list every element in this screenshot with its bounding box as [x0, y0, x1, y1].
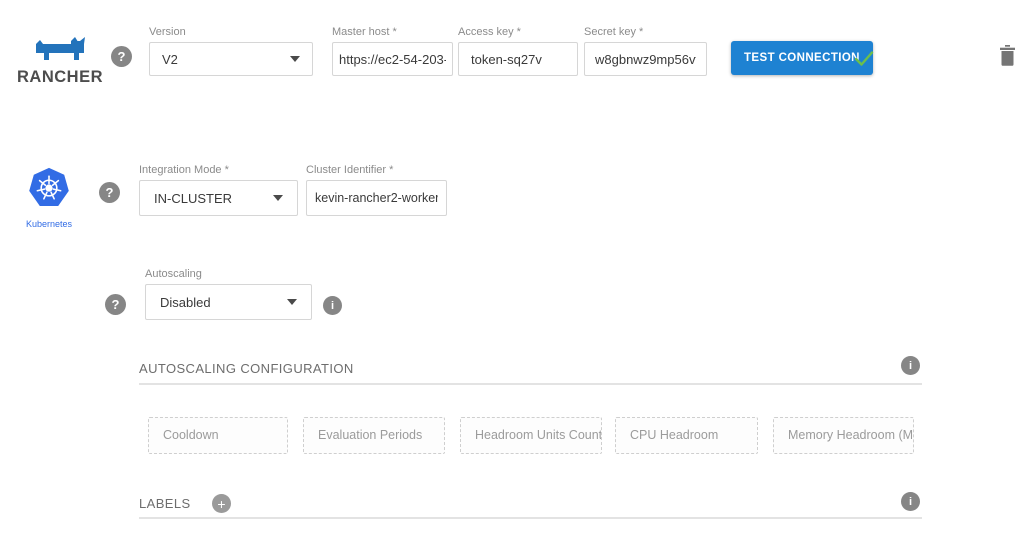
rancher-logo: RANCHER	[12, 36, 108, 87]
question-glyph: ?	[106, 185, 114, 200]
integration-mode-select[interactable]: IN-CLUSTER	[139, 180, 298, 216]
rancher-logo-text: RANCHER	[12, 68, 108, 87]
autoscaling-help-icon[interactable]: ?	[105, 294, 126, 315]
section-divider	[139, 383, 922, 385]
autoscaling-info-icon[interactable]: i	[323, 296, 342, 315]
kubernetes-logo-text: Kubernetes	[18, 219, 80, 229]
master-host-label: Master host *	[332, 26, 453, 38]
master-host-input[interactable]	[332, 42, 453, 76]
connection-success-check-icon	[852, 46, 876, 70]
evaluation-periods-input-disabled: Evaluation Periods	[303, 417, 445, 454]
question-glyph: ?	[118, 49, 126, 64]
integration-mode-value: IN-CLUSTER	[154, 191, 232, 206]
chevron-down-icon	[287, 299, 297, 305]
cluster-identifier-field: Cluster Identifier *	[306, 164, 447, 216]
delete-trash-icon[interactable]	[999, 45, 1016, 66]
kubernetes-help-icon[interactable]: ?	[99, 182, 120, 203]
memory-headroom-input-disabled: Memory Headroom (MiB)	[773, 417, 914, 454]
section-divider	[139, 517, 922, 519]
kubernetes-helm-icon	[26, 166, 72, 212]
labels-title: LABELS	[139, 496, 191, 511]
version-field: Version V2	[149, 26, 313, 76]
chevron-down-icon	[273, 195, 283, 201]
cpu-headroom-input-disabled: CPU Headroom	[615, 417, 758, 454]
version-value: V2	[162, 52, 178, 67]
master-host-field: Master host *	[332, 26, 453, 76]
secret-key-input[interactable]	[584, 42, 707, 76]
autoscaling-configuration-info-icon[interactable]: i	[901, 356, 920, 375]
access-key-input[interactable]	[458, 42, 578, 76]
cooldown-input-disabled: Cooldown	[148, 417, 288, 454]
labels-info-icon[interactable]: i	[901, 492, 920, 511]
version-select[interactable]: V2	[149, 42, 313, 76]
headroom-units-count-input-disabled: Headroom Units Count	[460, 417, 602, 454]
chevron-down-icon	[290, 56, 300, 62]
rancher-bull-icon	[34, 36, 86, 62]
access-key-field: Access key *	[458, 26, 578, 76]
question-glyph: ?	[112, 297, 120, 312]
access-key-label: Access key *	[458, 26, 578, 38]
autoscaling-field: Autoscaling Disabled	[145, 268, 312, 320]
secret-key-field: Secret key *	[584, 26, 707, 76]
cluster-identifier-input[interactable]	[306, 180, 447, 216]
rancher-help-icon[interactable]: ?	[111, 46, 132, 67]
cluster-identifier-label: Cluster Identifier *	[306, 164, 447, 176]
version-label: Version	[149, 26, 313, 38]
info-glyph: i	[331, 300, 334, 312]
kubernetes-logo: Kubernetes	[18, 166, 80, 229]
autoscaling-configuration-title: AUTOSCALING CONFIGURATION	[139, 361, 354, 376]
info-glyph: i	[909, 360, 912, 372]
autoscaling-value: Disabled	[160, 295, 211, 310]
info-glyph: i	[909, 496, 912, 508]
plus-icon: +	[217, 496, 225, 512]
autoscaling-label: Autoscaling	[145, 268, 312, 280]
secret-key-label: Secret key *	[584, 26, 707, 38]
integration-mode-label: Integration Mode *	[139, 164, 298, 176]
integration-mode-field: Integration Mode * IN-CLUSTER	[139, 164, 298, 216]
autoscaling-select[interactable]: Disabled	[145, 284, 312, 320]
add-label-button[interactable]: +	[212, 494, 231, 513]
